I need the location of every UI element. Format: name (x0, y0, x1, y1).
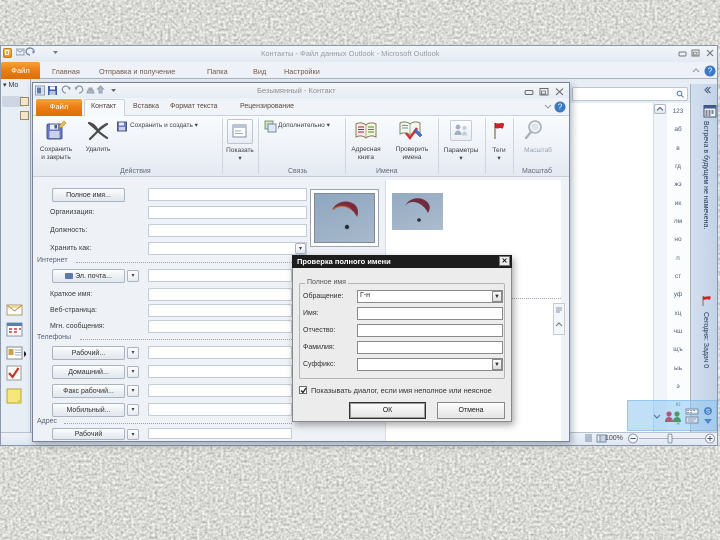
svg-text:S: S (706, 410, 710, 416)
svg-text:?: ? (558, 103, 563, 112)
svg-text:?: ? (708, 67, 713, 76)
